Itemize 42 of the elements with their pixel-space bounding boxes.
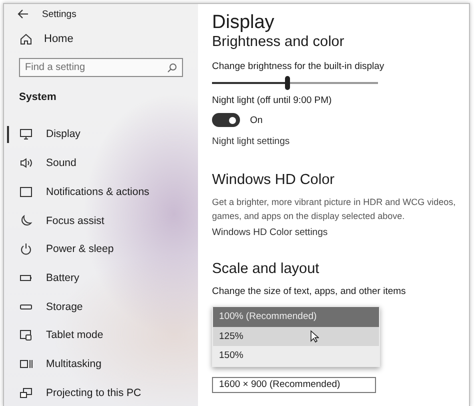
sidebar-item[interactable]: Tablet mode [4,320,198,350]
toggle-label: Night light (off until 9:00 PM) [212,95,333,106]
home-icon [19,32,33,46]
slider-thumb[interactable] [284,76,290,90]
pointer-cursor-icon [310,330,319,342]
page-title: Display [212,12,276,34]
project-icon [19,386,33,400]
sidebar-item[interactable]: Projecting to this PC [4,378,198,406]
tablet-icon [19,328,33,342]
brightness-slider[interactable] [212,76,378,90]
dropdown-option[interactable]: 150% [213,346,379,366]
settings-link[interactable]: Night light settings [212,136,469,147]
slider-label: Change brightness for the built-in display [212,61,386,72]
back-arrow-icon[interactable] [17,9,29,20]
monitor-icon [19,127,33,142]
sidebar-item[interactable]: Battery [4,264,198,292]
section-heading: Scale and layout [212,261,320,277]
toggle-switch[interactable] [212,113,240,127]
home-link[interactable]: Home [19,32,198,46]
moon-icon [19,214,33,228]
dropdown-label: Change the size of text, apps, and other items [212,286,407,297]
sidebar-item[interactable]: Notifications & actions [4,178,198,206]
sidebar-item[interactable]: Storage [4,292,198,321]
dropdown-option[interactable]: 100% (Recommended) [213,307,379,326]
sidebar-item[interactable]: Display [4,120,198,149]
power-icon [19,242,33,256]
sidebar-item[interactable]: Focus assist [4,206,198,235]
sidebar-item[interactable]: Sound [4,148,198,178]
speaker-icon [19,156,33,170]
section-heading: Windows HD Color [212,172,336,188]
resolution-dropdown[interactable]: 1600 × 900 (Recommended) [212,376,376,392]
sidebar-item[interactable]: Multitasking [4,350,198,378]
settings-link[interactable]: Windows HD Color settings [212,227,469,238]
search-icon [167,62,177,73]
description-text: Get a brighter, more vibrant picture in HDR and WCG videos, games, and apps on the display selected above. [212,196,457,223]
section-heading: System [19,91,58,104]
section-heading: Brightness and color [212,34,346,50]
sidebar-item[interactable]: Power & sleep [4,234,198,264]
search-field[interactable]: Find a setting [19,58,183,78]
window-title: Settings [42,8,76,20]
toggle-state: On [250,114,263,126]
dropdown-option[interactable]: 125% [213,326,379,346]
